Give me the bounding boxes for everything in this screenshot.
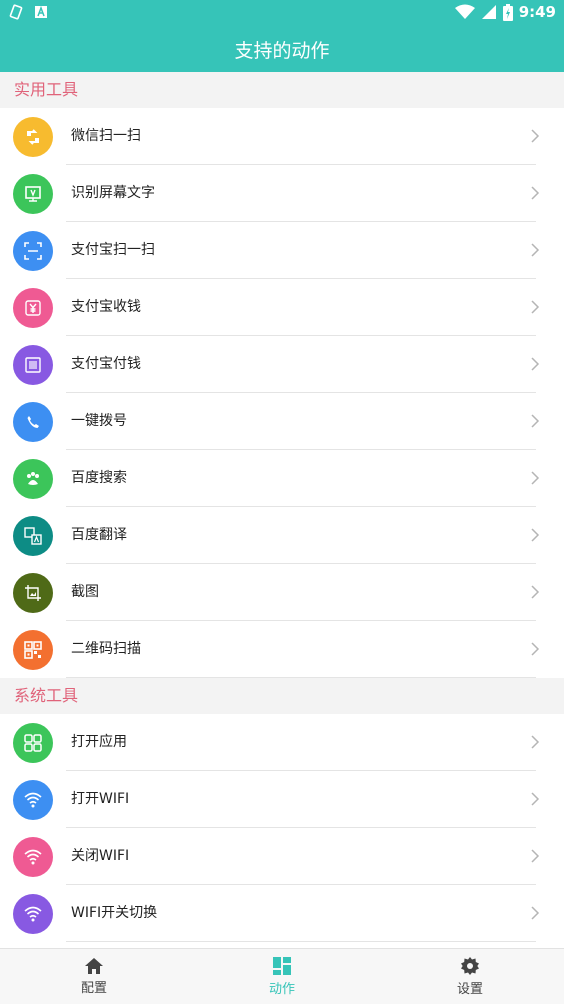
nav-item-settings[interactable]: 设置: [376, 949, 564, 1004]
chevron-right-icon: [531, 357, 540, 371]
chevron-right-icon: [531, 300, 540, 314]
nav-label: 配置: [80, 981, 107, 996]
section-header-utility: 实用工具: [0, 72, 564, 108]
battery-icon: [502, 3, 513, 21]
action-label: 识别屏幕文字: [71, 185, 155, 201]
rotate-icon: [9, 4, 23, 20]
chevron-right-icon: [531, 243, 540, 257]
chevron-right-icon: [531, 585, 540, 599]
action-label: 打开WIFI: [71, 791, 130, 807]
action-label: 二维码扫描: [71, 641, 141, 657]
action-item-qrcode-scan[interactable]: 二维码扫描: [0, 621, 564, 678]
nav-item-actions[interactable]: 动作: [188, 949, 376, 1004]
action-label: 关闭WIFI: [71, 848, 130, 864]
action-label: 百度翻译: [71, 527, 127, 543]
qrcode-icon: [13, 630, 53, 670]
yuan-receive-icon: [13, 288, 53, 328]
action-label: 百度搜索: [71, 470, 127, 486]
signal-icon: [481, 5, 496, 19]
chevron-right-icon: [531, 471, 540, 485]
chevron-right-icon: [531, 792, 540, 806]
action-item-alipay-pay[interactable]: 支付宝付钱: [0, 336, 564, 393]
action-label: 一键拨号: [71, 413, 127, 429]
chevron-right-icon: [531, 849, 540, 863]
action-item-baidu-translate[interactable]: 百度翻译: [0, 507, 564, 564]
nav-item-config[interactable]: 配置: [0, 949, 188, 1004]
action-label: 微信扫一扫: [71, 128, 141, 144]
home-icon: [85, 958, 103, 974]
barcode-icon: [13, 345, 53, 385]
chevron-right-icon: [531, 129, 540, 143]
action-item-alipay-receive[interactable]: 支付宝收钱: [0, 279, 564, 336]
action-item-alipay-scan[interactable]: 支付宝扫一扫: [0, 222, 564, 279]
action-label: 支付宝扫一扫: [71, 242, 155, 258]
app-bar: 支持的动作: [0, 26, 564, 72]
status-time: 9:49: [518, 3, 556, 21]
section-header-system: 系统工具: [0, 678, 564, 714]
action-item-wifi-toggle[interactable]: WIFI开关切换: [0, 885, 564, 942]
action-item-dial[interactable]: 一键拨号: [0, 393, 564, 450]
action-label: WIFI开关切换: [71, 905, 158, 921]
chevron-right-icon: [531, 186, 540, 200]
scan-frame-icon: [13, 231, 53, 271]
chevron-right-icon: [531, 642, 540, 656]
notification-a-icon: [35, 5, 47, 18]
action-item-ocr[interactable]: 识别屏幕文字: [0, 165, 564, 222]
wifi-toggle-icon: [13, 894, 53, 934]
action-label: 支付宝收钱: [71, 299, 141, 315]
action-item-wifi-on[interactable]: 打开WIFI: [0, 771, 564, 828]
actions-list[interactable]: 实用工具 微信扫一扫 识别屏幕文字 支付宝扫一扫 支付宝收钱 支付宝付钱 一键拨…: [0, 72, 564, 948]
action-label: 截图: [71, 584, 99, 600]
action-item-wechat-scan[interactable]: 微信扫一扫: [0, 108, 564, 165]
wifi-off-icon: [13, 837, 53, 877]
action-item-open-app[interactable]: 打开应用: [0, 714, 564, 771]
status-bar: 9:49: [0, 0, 564, 26]
action-item-screenshot[interactable]: 截图: [0, 564, 564, 621]
wifi-icon: [454, 4, 475, 19]
divider: [66, 941, 536, 942]
action-item-wifi-off[interactable]: 关闭WIFI: [0, 828, 564, 885]
chevron-right-icon: [531, 414, 540, 428]
page-title: 支持的动作: [234, 39, 330, 62]
chevron-right-icon: [531, 735, 540, 749]
action-label: 打开应用: [71, 734, 127, 750]
apps-grid-icon: [13, 723, 53, 763]
paw-icon: [13, 459, 53, 499]
wifi-on-icon: [13, 780, 53, 820]
translate-icon: [13, 516, 53, 556]
dashboard-icon: [273, 957, 291, 975]
nav-label: 动作: [268, 982, 295, 997]
action-label: 支付宝付钱: [71, 356, 141, 372]
divider: [66, 677, 536, 678]
nav-label: 设置: [456, 982, 483, 997]
action-item-baidu-search[interactable]: 百度搜索: [0, 450, 564, 507]
chevron-right-icon: [531, 906, 540, 920]
text-recognize-icon: [13, 174, 53, 214]
phone-icon: [13, 402, 53, 442]
gear-icon: [461, 957, 479, 975]
chevron-right-icon: [531, 528, 540, 542]
bottom-nav: 配置 动作 设置: [0, 948, 564, 1004]
screenshot-icon: [13, 573, 53, 613]
wechat-scan-icon: [13, 117, 53, 157]
